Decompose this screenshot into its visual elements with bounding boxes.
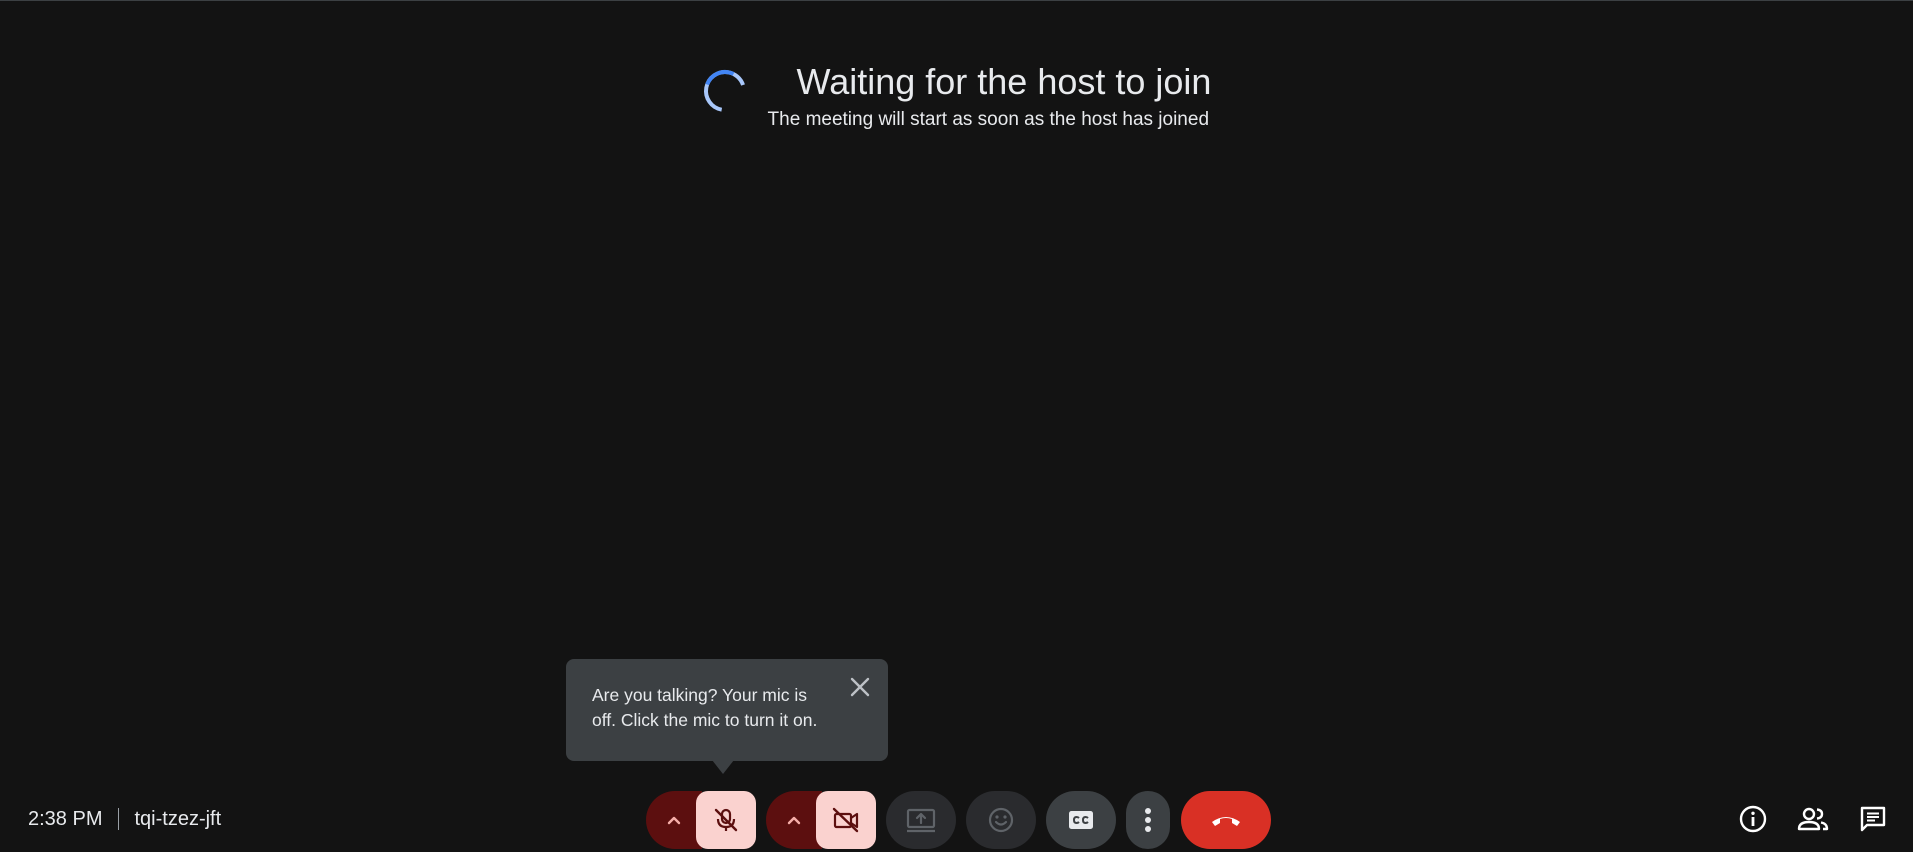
- waiting-banner: Waiting for the host to join The meeting…: [0, 56, 1913, 132]
- send-reaction-button[interactable]: [966, 791, 1036, 849]
- waiting-title: Waiting for the host to join: [796, 61, 1212, 102]
- info-icon: [1739, 805, 1767, 833]
- meeting-code: tqi-tzez-jft: [134, 807, 222, 830]
- call-end-icon: [1212, 817, 1240, 826]
- close-icon: [850, 677, 870, 697]
- tooltip-arrow: [712, 760, 734, 774]
- captions-button[interactable]: [1046, 791, 1116, 849]
- chat-button[interactable]: [1857, 803, 1889, 835]
- audio-options-button[interactable]: [646, 791, 702, 849]
- videocam-off-icon: [832, 807, 859, 833]
- mic-toggle-button[interactable]: [696, 791, 756, 849]
- loading-spinner-icon: [703, 70, 746, 112]
- top-border: [0, 0, 1913, 1]
- waiting-subtitle: The meeting will start as soon as the ho…: [767, 109, 1210, 130]
- chevron-up-icon: [667, 816, 681, 825]
- more-options-button[interactable]: [1126, 791, 1170, 849]
- tooltip-text: Are you talking? Your mic is off. Click …: [592, 685, 818, 730]
- emoji-icon: [988, 807, 1014, 833]
- camera-toggle-button[interactable]: [816, 791, 876, 849]
- meeting-time: 2:38 PM: [28, 807, 103, 830]
- video-options-button[interactable]: [766, 791, 822, 849]
- meeting-details-button[interactable]: [1737, 803, 1769, 835]
- meeting-divider: [118, 808, 120, 830]
- mic-off-tooltip: Are you talking? Your mic is off. Click …: [566, 659, 888, 761]
- present-screen-icon: [906, 808, 936, 833]
- chevron-up-icon: [787, 816, 801, 825]
- mic-off-icon: [714, 808, 738, 832]
- tooltip-close-button[interactable]: [846, 673, 874, 701]
- captions-icon: [1069, 811, 1093, 829]
- people-button[interactable]: [1797, 803, 1829, 835]
- chat-icon: [1860, 806, 1886, 832]
- meeting-details: 2:38 PM tqi-tzez-jft: [28, 806, 221, 832]
- more-vert-icon: [1145, 808, 1151, 832]
- people-icon: [1797, 807, 1829, 831]
- leave-call-button[interactable]: [1181, 791, 1271, 849]
- present-now-button[interactable]: [886, 791, 956, 849]
